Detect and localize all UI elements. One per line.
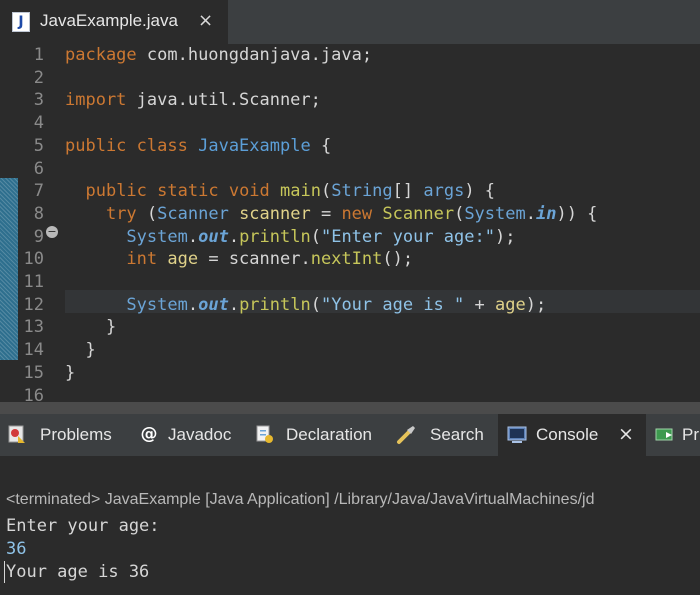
line-number: 9 [33,226,44,247]
close-icon[interactable]: × [198,10,213,32]
search-icon [397,426,415,444]
tab-console[interactable]: Console × [498,414,646,456]
view-tab-bar: Problems @ Javadoc Declaration Search Co… [0,414,700,457]
text-caret [4,561,5,583]
close-icon[interactable]: × [618,423,634,445]
code-line: 12 System.out.println("Your age is " + a… [0,294,700,317]
line-number: 15 [23,362,44,383]
console-input-line: 36 [6,539,27,559]
line-number: 5 [33,135,44,156]
code-text: public class JavaExample { [65,135,332,156]
code-line: 15} [0,362,700,385]
code-text: public static void main(String[] args) { [85,181,496,202]
javadoc-icon: @ [140,424,158,444]
java-file-icon: J [12,12,30,32]
line-number: 1 [33,45,44,65]
tab-label: Problems [40,425,112,444]
tab-declaration[interactable]: Declaration [250,414,392,456]
line-number: 3 [33,90,44,111]
code-line: 9 System.out.println("Enter your age:"); [0,226,700,249]
code-text: import java.util.Scanner; [65,90,321,111]
code-line: 8 try (Scanner scanner = new Scanner(Sys… [0,203,700,226]
line-number: 11 [23,272,44,292]
problems-icon [8,425,25,443]
declaration-icon [256,425,273,443]
editor-tab-bar: J JavaExample.java × [0,0,700,44]
code-line: 5 public class JavaExample { [0,135,700,158]
console-status: <terminated> JavaExample [Java Applicati… [6,491,595,508]
code-text: } [65,340,96,361]
tab-javadoc[interactable]: @ Javadoc [132,414,250,456]
line-number: 6 [33,158,44,179]
console-panel[interactable]: <terminated> JavaExample [Java Applicati… [0,456,700,595]
code-text: try (Scanner scanner = new Scanner(Syste… [105,203,598,224]
progress-icon [655,428,673,441]
console-output-line: Your age is 36 [6,562,150,582]
line-number: 14 [23,340,44,361]
code-line: 13 } [0,316,700,339]
console-output-line: Enter your age: [6,516,160,536]
code-text: int age = scanner.nextInt(); [126,249,414,270]
editor-tab-java-example[interactable]: J JavaExample.java × [0,0,228,44]
line-number: 10 [23,249,44,270]
code-text: } [65,362,76,383]
code-line: 7 public static void main(String[] args)… [0,180,700,203]
tab-label: Javadoc [168,425,232,444]
code-line: 3 import java.util.Scanner; [0,89,700,112]
tab-problems[interactable]: Problems [0,414,132,456]
code-line: 1 package com.huongdanjava.java; [0,44,700,67]
console-icon [507,426,527,443]
tab-label: Console [536,425,599,444]
editor-tab-label: JavaExample.java [40,11,178,30]
line-number: 2 [33,67,44,88]
code-line: 10 int age = scanner.nextInt(); [0,248,700,271]
code-text: } [65,317,117,338]
line-number: 12 [23,294,44,315]
tab-label: Declaration [286,425,372,444]
code-line: 4 [0,112,700,135]
code-text: package com.huongdanjava.java; [65,45,373,65]
code-editor[interactable]: − 1 package com.huongdanjava.java; 2 3 impor… [0,44,700,406]
code-line: 11 [0,271,700,294]
line-number: 8 [33,203,44,224]
tab-search[interactable]: Search [392,414,496,456]
line-number: 4 [33,113,44,134]
tab-label: Pr [682,425,699,444]
code-line: 14 } [0,339,700,362]
panel-separator[interactable] [0,402,700,414]
tab-progress[interactable]: Pr [648,414,700,456]
line-number: 13 [23,317,44,338]
tab-label: Search [430,425,484,444]
code-line: 6 [0,158,700,181]
code-line: 2 [0,67,700,90]
code-text: System.out.println("Enter your age:"); [126,226,516,247]
code-text: System.out.println("Your age is " + age)… [126,294,547,315]
line-number: 7 [33,181,44,202]
